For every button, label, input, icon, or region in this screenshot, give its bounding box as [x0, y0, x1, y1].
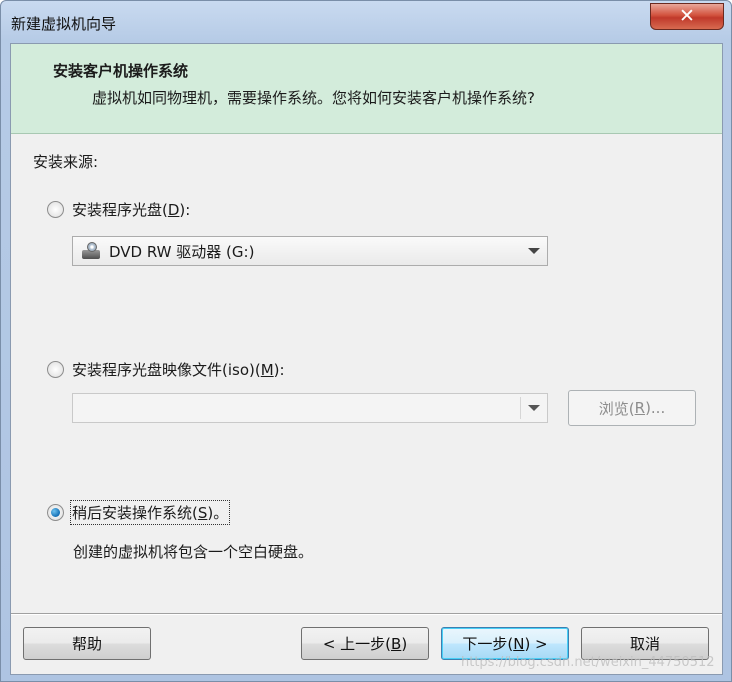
title-bar[interactable]: 新建虚拟机向导 ✕ — [1, 1, 731, 43]
iso-path-select[interactable] — [72, 393, 548, 423]
radio-label-later: 稍后安装操作系统(S)。 — [69, 500, 231, 525]
wizard-header: 安装客户机操作系统 虚拟机如同物理机，需要操作系统。您将如何安装客户机操作系统? — [11, 44, 722, 134]
install-later-description: 创建的虚拟机将包含一个空白硬盘。 — [73, 543, 314, 561]
radio-button[interactable] — [47, 201, 64, 218]
drive-select[interactable]: DVD RW 驱动器 (G:) — [72, 236, 548, 266]
help-button[interactable]: 帮助 — [23, 627, 151, 660]
install-source-label: 安装来源: — [33, 153, 99, 171]
close-button[interactable]: ✕ — [650, 3, 724, 30]
watermark-text: https://blog.csdn.net/weixin_44750512 — [461, 655, 715, 670]
radio-iso-file[interactable]: 安装程序光盘映像文件(iso)(M): — [47, 359, 285, 380]
footer-divider — [11, 613, 722, 615]
radio-button-selected[interactable] — [47, 504, 64, 521]
radio-label-iso: 安装程序光盘映像文件(iso)(M): — [72, 361, 285, 379]
radio-button[interactable] — [47, 361, 64, 378]
browse-button[interactable]: 浏览(R)... — [568, 390, 696, 426]
page-subtitle: 虚拟机如同物理机，需要操作系统。您将如何安装客户机操作系统? — [92, 89, 535, 107]
radio-installer-disc[interactable]: 安装程序光盘(D): — [47, 199, 190, 220]
wizard-window: 新建虚拟机向导 ✕ 安装客户机操作系统 虚拟机如同物理机，需要操作系统。您将如何… — [0, 0, 732, 682]
close-icon: ✕ — [679, 5, 695, 27]
chevron-down-icon[interactable] — [521, 394, 547, 422]
dvd-drive-icon — [81, 241, 101, 261]
drive-select-value: DVD RW 驱动器 (G:) — [109, 242, 255, 261]
back-button[interactable]: < 上一步(B) — [301, 627, 429, 660]
page-title: 安装客户机操作系统 — [53, 62, 189, 80]
window-title: 新建虚拟机向导 — [11, 15, 117, 33]
dialog-body: 安装客户机操作系统 虚拟机如同物理机，需要操作系统。您将如何安装客户机操作系统?… — [10, 43, 723, 675]
radio-install-later[interactable]: 稍后安装操作系统(S)。 — [47, 500, 231, 525]
chevron-down-icon[interactable] — [521, 237, 547, 265]
radio-label-disc: 安装程序光盘(D): — [72, 201, 191, 219]
